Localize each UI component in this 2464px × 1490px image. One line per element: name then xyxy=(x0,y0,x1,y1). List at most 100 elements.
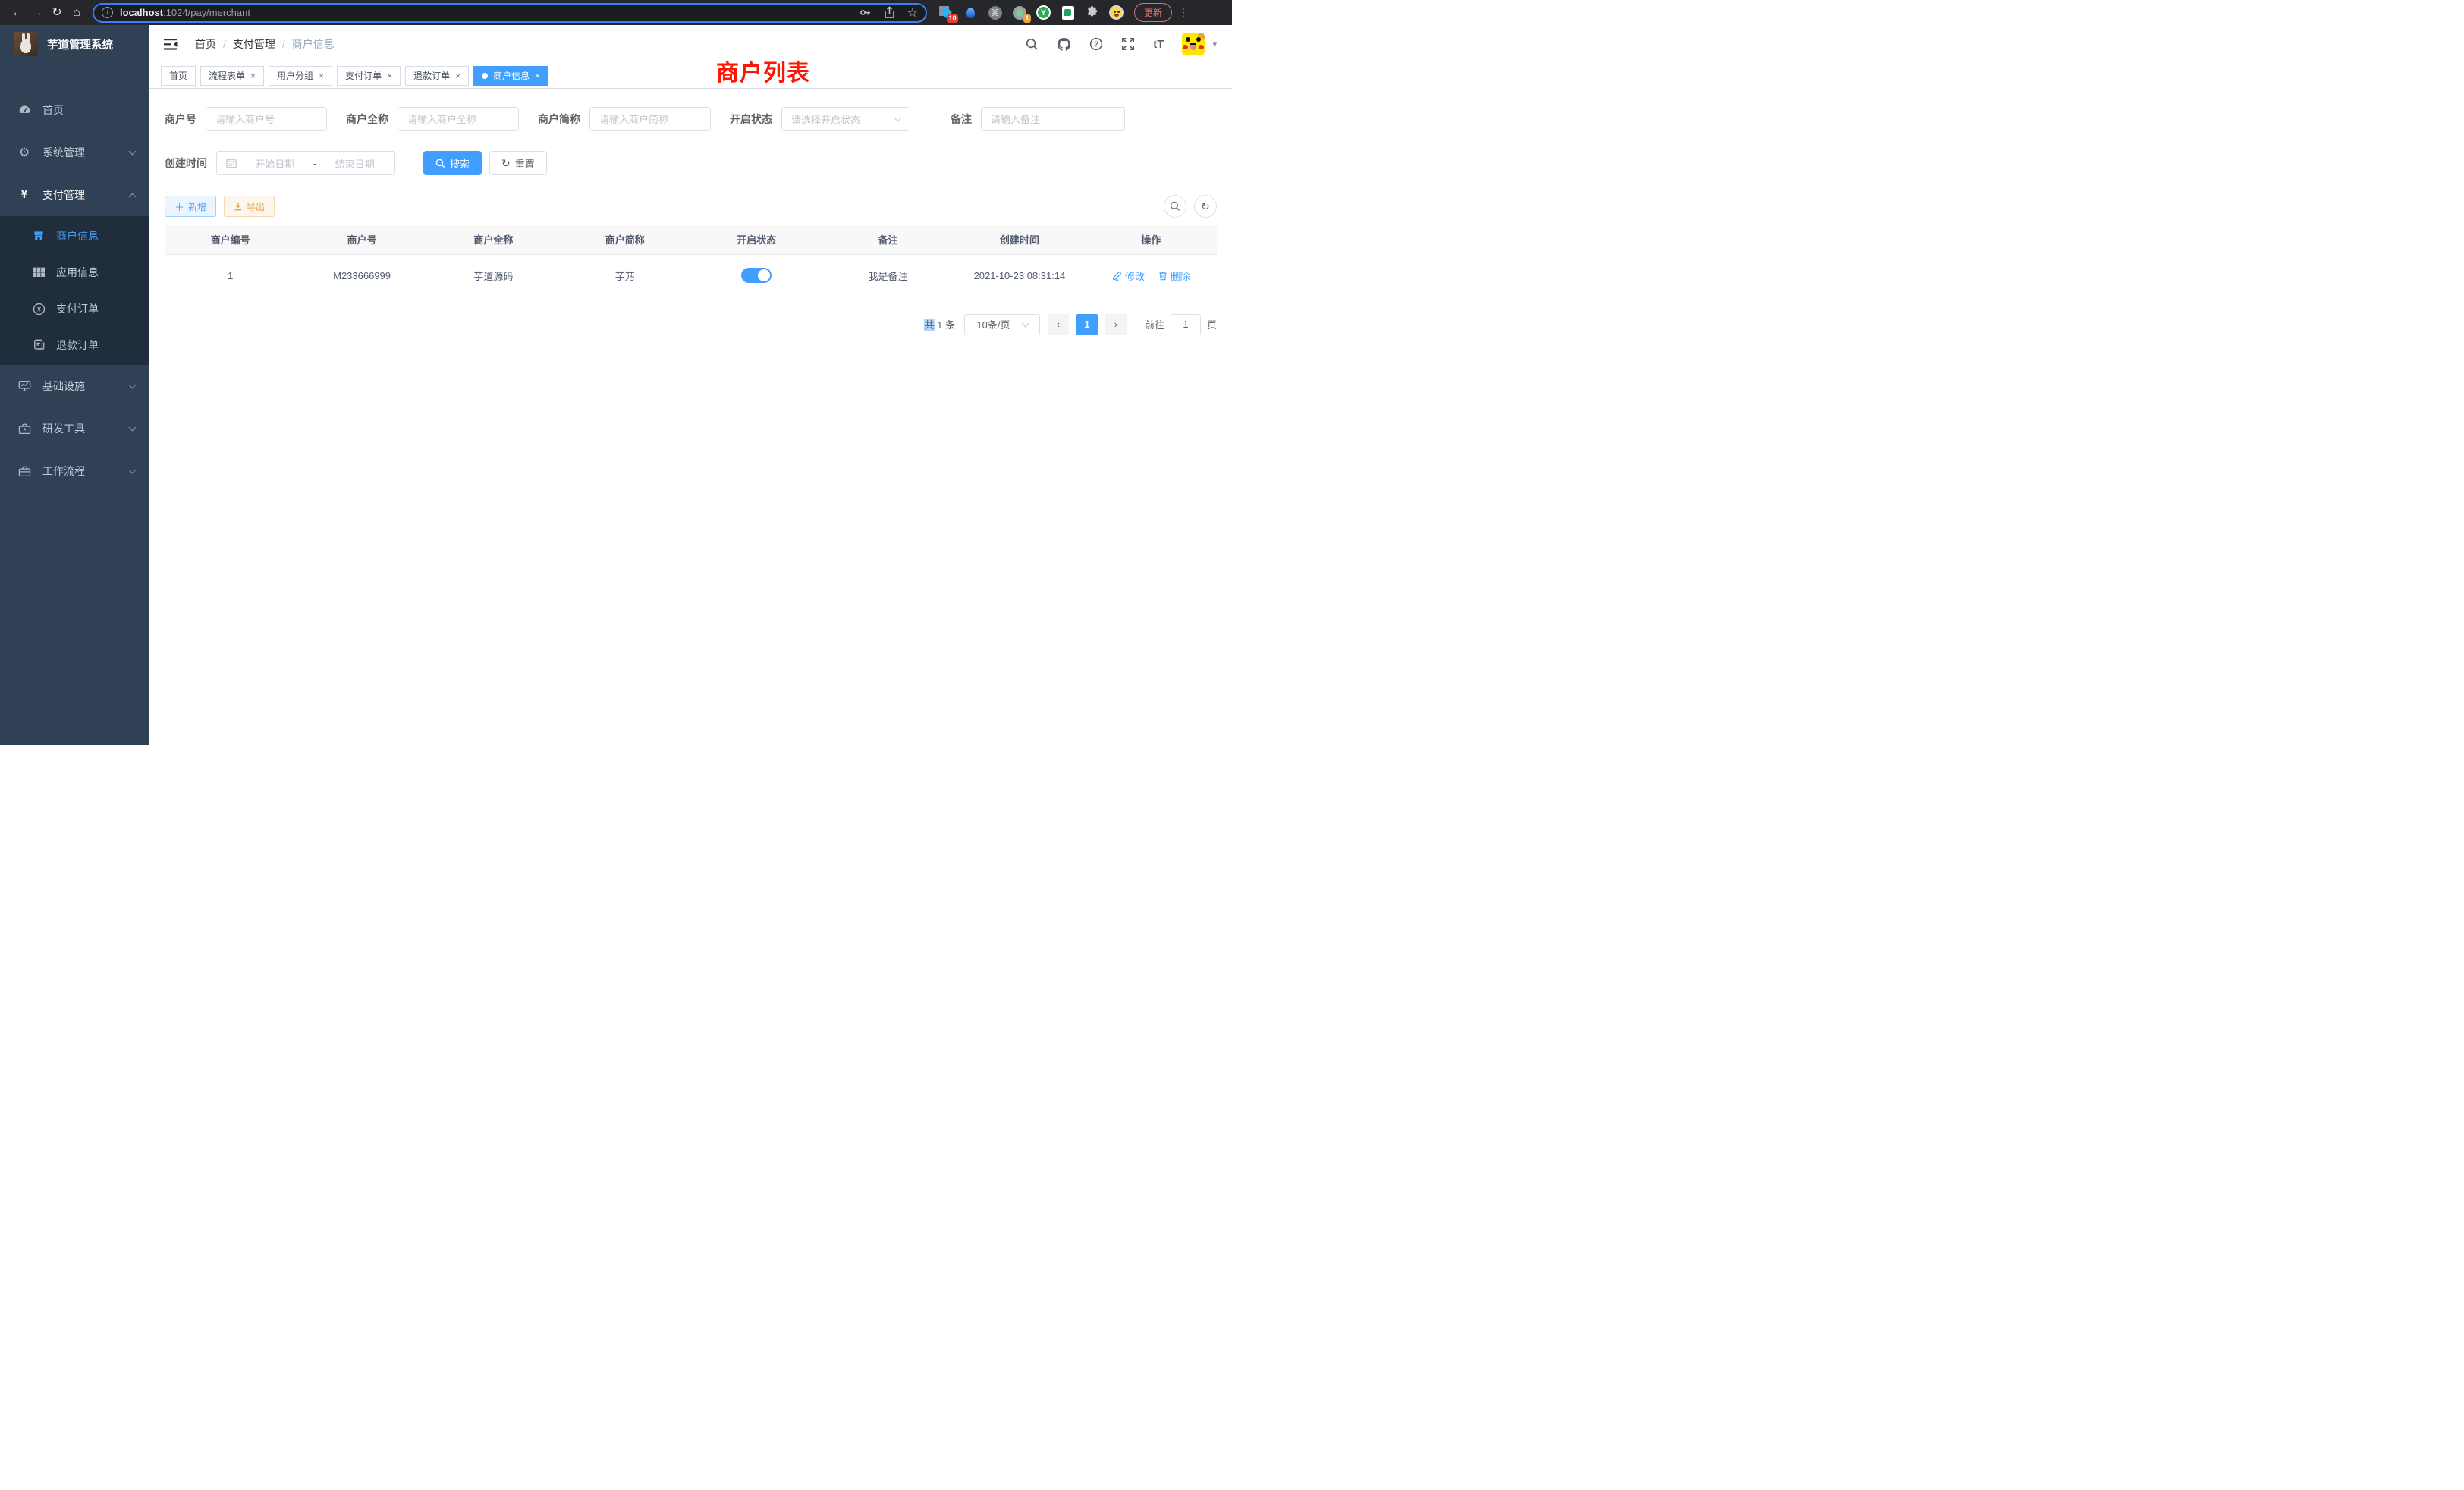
sidebar-item-merchant-info[interactable]: 商户信息 xyxy=(0,218,149,254)
bookmark-star-icon[interactable]: ☆ xyxy=(907,5,918,20)
filter-label: 商户全称 xyxy=(346,112,388,127)
tab-refund-order[interactable]: 退款订单× xyxy=(405,66,469,86)
breadcrumb-current: 商户信息 xyxy=(292,36,335,52)
user-avatar[interactable] xyxy=(1182,33,1205,55)
tab-home[interactable]: 首页 xyxy=(161,66,196,86)
browser-menu-icon[interactable]: ⋮ xyxy=(1178,6,1189,19)
filter-short-name: 商户简称 xyxy=(538,107,711,131)
chat-extension-icon[interactable] xyxy=(1061,5,1075,20)
sidebar-item-label: 商户信息 xyxy=(56,228,99,244)
status-toggle[interactable] xyxy=(741,268,772,283)
command-extension-icon[interactable]: ⌘ xyxy=(988,5,1002,20)
goto-page-input[interactable] xyxy=(1171,314,1201,335)
sidebar-item-app-info[interactable]: 应用信息 xyxy=(0,254,149,291)
share-icon[interactable] xyxy=(884,6,895,19)
collapse-sidebar-icon[interactable] xyxy=(164,38,178,51)
pieces-extension-icon[interactable]: 10 xyxy=(939,5,954,20)
col-remark: 备注 xyxy=(822,225,954,254)
font-size-icon[interactable]: tT xyxy=(1153,38,1164,51)
pencil-icon xyxy=(1112,271,1122,281)
github-icon[interactable] xyxy=(1057,37,1071,51)
app-shell: 芋道管理系统 首页 ⚙ 系统管理 ¥ 支付管理 xyxy=(0,25,1232,745)
sidebar-item-dev-tools[interactable]: 研发工具 xyxy=(0,407,149,450)
sidebar-item-infrastructure[interactable]: 基础设施 xyxy=(0,365,149,407)
reset-icon: ↻ xyxy=(501,157,511,170)
url-bar[interactable]: i localhost:1024/pay/merchant ☆ xyxy=(93,3,927,23)
browser-update-button[interactable]: 更新 xyxy=(1134,3,1172,22)
balloon-extension-icon[interactable] xyxy=(963,5,978,20)
table-toolbar: ＋ 新增 导出 ↻ xyxy=(165,195,1217,218)
tab-bar: 首页 流程表单× 用户分组× 支付订单× 退款订单× 商户信息× xyxy=(149,63,1232,89)
prev-page-button[interactable]: ‹ xyxy=(1048,314,1069,335)
close-icon[interactable]: × xyxy=(387,71,392,80)
sidebar-item-payment[interactable]: ¥ 支付管理 xyxy=(0,174,149,216)
app-logo-row[interactable]: 芋道管理系统 xyxy=(0,25,149,63)
tab-process-form[interactable]: 流程表单× xyxy=(200,66,264,86)
add-button[interactable]: ＋ 新增 xyxy=(165,196,216,217)
browser-forward-icon[interactable]: → xyxy=(27,7,47,19)
sidebar-item-label: 应用信息 xyxy=(56,265,99,280)
reset-button[interactable]: ↻ 重置 xyxy=(489,151,547,175)
edit-link[interactable]: 修改 xyxy=(1112,269,1145,283)
date-range-input[interactable]: 开始日期 - 结束日期 xyxy=(216,151,395,175)
goto-label: 前往 xyxy=(1145,317,1164,332)
download-icon xyxy=(234,202,243,211)
sidebar-item-refund-order[interactable]: 退款订单 xyxy=(0,327,149,363)
tab-pay-order[interactable]: 支付订单× xyxy=(337,66,401,86)
key-icon[interactable] xyxy=(859,6,872,19)
close-icon[interactable]: × xyxy=(250,71,256,80)
pagination: 共 1 条 10条/页 ‹ 1 › 前往 页 xyxy=(165,314,1217,335)
search-icon[interactable] xyxy=(1026,38,1039,51)
site-info-icon[interactable]: i xyxy=(102,7,113,18)
merchant-no-input[interactable] xyxy=(206,107,327,131)
full-name-input[interactable] xyxy=(398,107,519,131)
search-button[interactable]: 搜索 xyxy=(423,151,482,175)
sidebar-item-home[interactable]: 首页 xyxy=(0,89,149,131)
recorder-extension-icon[interactable]: 1 xyxy=(1012,5,1026,20)
browser-back-icon[interactable]: ← xyxy=(8,7,27,19)
page-unit-label: 页 xyxy=(1207,317,1217,332)
page-1-button[interactable]: 1 xyxy=(1076,314,1098,335)
table-header-row: 商户编号 商户号 商户全称 商户简称 开启状态 备注 创建时间 操作 xyxy=(165,225,1217,254)
delete-link[interactable]: 删除 xyxy=(1158,269,1190,283)
sidebar-item-label: 首页 xyxy=(42,102,135,118)
url-text[interactable]: localhost:1024/pay/merchant xyxy=(120,7,250,18)
page-size-select[interactable]: 10条/页 xyxy=(964,314,1040,335)
short-name-input[interactable] xyxy=(589,107,711,131)
close-icon[interactable]: × xyxy=(319,71,324,80)
sidebar-item-workflow[interactable]: 工作流程 xyxy=(0,450,149,492)
breadcrumb-separator: / xyxy=(223,38,226,50)
refresh-button[interactable]: ↻ xyxy=(1194,195,1217,218)
browser-home-icon[interactable]: ⌂ xyxy=(67,7,86,19)
search-icon xyxy=(435,159,445,168)
browser-reload-icon[interactable]: ↻ xyxy=(47,7,67,19)
filter-label: 开启状态 xyxy=(730,112,772,127)
tab-user-group[interactable]: 用户分组× xyxy=(269,66,332,86)
close-icon[interactable]: × xyxy=(535,71,540,80)
date-separator: - xyxy=(313,158,316,169)
remark-input[interactable] xyxy=(981,107,1125,131)
profile-avatar-icon[interactable] xyxy=(1109,5,1124,20)
export-button[interactable]: 导出 xyxy=(224,196,275,217)
fullscreen-icon[interactable] xyxy=(1121,37,1135,51)
extensions-row: 10 ⌘ 1 Y xyxy=(939,5,1124,20)
extensions-puzzle-icon[interactable] xyxy=(1085,5,1099,20)
gear-icon: ⚙ xyxy=(15,145,33,160)
next-page-button[interactable]: › xyxy=(1105,314,1127,335)
shop-icon xyxy=(30,230,47,242)
avatar-caret-icon[interactable]: ▾ xyxy=(1212,39,1217,49)
page-content: 商户号 商户全称 商户简称 开启状态 请选择开启状态 xyxy=(149,89,1232,335)
close-icon[interactable]: × xyxy=(455,71,460,80)
sidebar: 芋道管理系统 首页 ⚙ 系统管理 ¥ 支付管理 xyxy=(0,25,149,745)
sidebar-item-label: 支付订单 xyxy=(56,301,99,316)
help-icon[interactable]: ? xyxy=(1089,37,1103,51)
toggle-search-button[interactable] xyxy=(1164,195,1186,218)
breadcrumb-home[interactable]: 首页 xyxy=(195,36,216,52)
col-full-name: 商户全称 xyxy=(428,225,559,254)
sidebar-item-pay-order[interactable]: ¥ 支付订单 xyxy=(0,291,149,327)
status-select[interactable]: 请选择开启状态 xyxy=(781,107,910,131)
y-extension-icon[interactable]: Y xyxy=(1036,5,1051,20)
sidebar-item-label: 基础设施 xyxy=(42,379,130,394)
tab-merchant-info[interactable]: 商户信息× xyxy=(473,66,548,86)
sidebar-item-system[interactable]: ⚙ 系统管理 xyxy=(0,131,149,174)
